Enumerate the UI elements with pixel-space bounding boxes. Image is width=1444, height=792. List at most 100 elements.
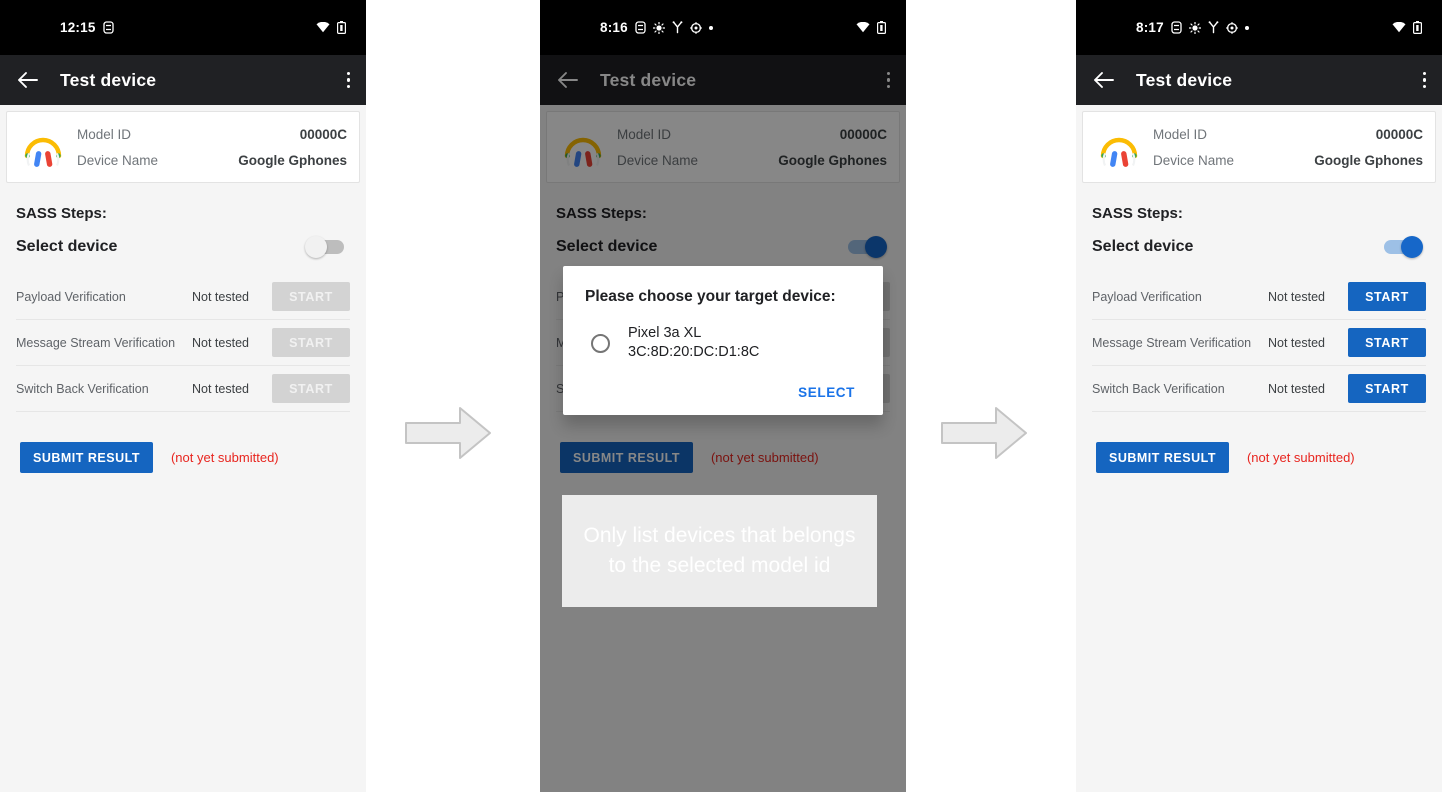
toggle-thumb [305,236,327,258]
device-option-address: 3C:8D:20:DC:D1:8C [628,344,760,360]
device-info-card: Model ID 00000C Device Name Google Gphon… [1082,111,1436,183]
status-bar-right [1392,21,1422,34]
steps-list: Payload Verification Not tested START Me… [1092,274,1426,412]
step-status: Not tested [1268,381,1325,396]
dot-icon [708,25,713,30]
page-title: Test device [60,69,157,90]
start-button[interactable]: START [1348,328,1426,357]
sd-card-icon [1171,21,1182,34]
battery-icon [337,21,346,34]
status-bar-right [856,21,886,34]
branch-icon [672,21,683,34]
table-row: Payload Verification Not tested START [16,274,350,320]
brightness-icon [1188,21,1201,34]
submit-result-button[interactable]: SUBMIT RESULT [20,442,153,473]
dot-icon [1244,25,1249,30]
headphones-icon [1095,123,1143,171]
step-name: Message Stream Verification [1092,335,1252,350]
flow-arrow-icon [404,405,492,461]
toggle-thumb [1401,236,1423,258]
dialog-actions: SELECT [585,384,861,407]
page-title: Test device [1136,69,1233,90]
flow-arrow-icon [940,405,1028,461]
sd-card-icon [102,21,114,34]
status-bar: 8:17 [1076,0,1442,55]
step-name: Switch Back Verification [1092,381,1225,396]
overflow-menu-icon[interactable] [346,71,350,89]
device-info-row: Model ID 00000C [77,121,347,147]
dialog-title: Please choose your target device: [585,288,836,305]
status-bar-clock: 12:15 [60,20,96,35]
status-bar: 12:15 [0,0,366,55]
status-bar-left: 8:16 [600,20,713,35]
back-arrow-icon[interactable] [1090,66,1118,94]
table-row: Payload Verification Not tested START [1092,274,1426,320]
step-status: Not tested [192,381,249,396]
overflow-menu-icon[interactable] [1422,71,1426,89]
step-status: Not tested [1268,335,1325,350]
settings-gear-icon [1225,21,1238,34]
device-name-label: Device Name [77,152,159,168]
dialog-select-button[interactable]: SELECT [792,384,861,401]
headphones-icon [19,123,67,171]
start-button[interactable]: START [272,328,350,357]
phone-screen-initial: 12:15 Test device Model ID 00000C Device… [0,0,366,792]
select-device-row: Select device [16,236,344,258]
device-info-row: Device Name Google Gphones [1153,147,1423,173]
start-button[interactable]: START [272,374,350,403]
start-button[interactable]: START [272,282,350,311]
settings-gear-icon [689,21,702,34]
phone-screen-device-dialog: 8:16 Test device Model ID 00000C Device … [540,0,906,792]
branch-icon [1208,21,1219,34]
sd-card-icon [635,21,646,34]
table-row: Switch Back Verification Not tested STAR… [16,366,350,412]
submit-status-text: (not yet submitted) [1246,450,1355,465]
battery-icon [877,21,886,34]
screen-content: Model ID 00000C Device Name Google Gphon… [0,111,366,792]
submit-result-button[interactable]: SUBMIT RESULT [1096,442,1229,473]
table-row: Message Stream Verification Not tested S… [1092,320,1426,366]
device-option-row[interactable]: Pixel 3a XL 3C:8D:20:DC:D1:8C [585,324,861,362]
three-step-flow: 12:15 Test device Model ID 00000C Device… [0,0,1444,792]
model-id-label: Model ID [77,126,132,142]
device-info-row: Device Name Google Gphones [77,147,347,173]
device-option-text: Pixel 3a XL 3C:8D:20:DC:D1:8C [628,324,759,362]
status-bar: 8:16 [540,0,906,55]
step-name: Payload Verification [16,289,126,304]
step-name: Message Stream Verification [16,335,176,350]
dialog-scrim[interactable] [540,55,906,792]
wifi-icon [1392,22,1406,33]
select-device-toggle[interactable] [1384,236,1423,258]
status-bar-clock: 8:17 [1136,20,1164,35]
device-name-value: Google Gphones [238,152,347,168]
radio-button-icon[interactable] [591,333,610,353]
table-row: Switch Back Verification Not tested STAR… [1092,366,1426,412]
device-info-card: Model ID 00000C Device Name Google Gphon… [6,111,360,183]
wifi-icon [316,22,330,33]
submit-area: SUBMIT RESULT (not yet submitted) [1096,442,1442,473]
status-bar-left: 12:15 [60,20,114,35]
device-info-rows: Model ID 00000C Device Name Google Gphon… [1153,121,1423,173]
phone-screen-device-selected: 8:17 Test device Model ID 00000C Device … [1076,0,1442,792]
device-option-name: Pixel 3a XL [628,325,702,341]
annotation-toast: Only list devices that belongs to the se… [562,495,877,607]
start-button[interactable]: START [1348,374,1426,403]
steps-list: Payload Verification Not tested START Me… [16,274,350,412]
device-info-row: Model ID 00000C [1153,121,1423,147]
app-bar: Test device [0,55,366,105]
select-device-toggle[interactable] [305,236,344,258]
select-device-row: Select device [1092,236,1423,258]
step-status: Not tested [192,335,249,350]
status-bar-clock: 8:16 [600,20,628,35]
submit-area: SUBMIT RESULT (not yet submitted) [20,442,366,473]
model-id-value: 00000C [1375,126,1423,142]
back-arrow-icon[interactable] [14,66,42,94]
step-status: Not tested [1268,289,1325,304]
app-bar: Test device [1076,55,1442,105]
start-button[interactable]: START [1348,282,1426,311]
select-device-label: Select device [1092,238,1194,255]
model-id-value: 00000C [299,126,347,142]
submit-status-text: (not yet submitted) [170,450,279,465]
device-name-value: Google Gphones [1314,152,1423,168]
model-id-label: Model ID [1153,126,1208,142]
